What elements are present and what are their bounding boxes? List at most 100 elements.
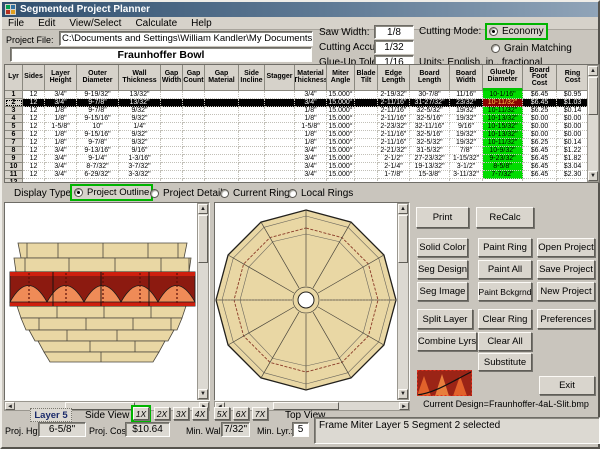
table-cell[interactable]: 15.000° (327, 115, 355, 123)
table-cell[interactable]: 1-5/8" (45, 123, 77, 131)
table-cell[interactable]: 3-1/2" (450, 163, 483, 171)
combine-lyrs-button[interactable]: Combine Lyrs (417, 332, 477, 351)
table-cell[interactable] (239, 147, 265, 155)
table-cell[interactable]: 9-1/4" (77, 155, 119, 163)
print-button[interactable]: Print (416, 207, 469, 228)
table-cell[interactable] (161, 171, 183, 179)
table-cell[interactable]: 10-11/32" (483, 139, 523, 147)
cutting-accuracy-field[interactable]: 1/32 (374, 40, 414, 54)
zoom-2x-button[interactable]: 2X (154, 407, 170, 420)
scroll-up-icon[interactable]: ▲ (398, 204, 408, 214)
table-cell[interactable]: 12 (23, 147, 45, 155)
table-cell[interactable] (265, 99, 295, 107)
table-cell[interactable] (205, 179, 239, 182)
table-cell[interactable] (265, 107, 295, 115)
table-cell[interactable]: 8-7/32" (77, 163, 119, 171)
table-cell[interactable] (557, 179, 587, 182)
table-cell[interactable] (205, 107, 239, 115)
table-cell[interactable] (183, 179, 205, 182)
table-cell[interactable]: 31-5/32" (410, 147, 450, 155)
min-lyr-field[interactable]: 5 (292, 422, 309, 437)
display-type-project-outline[interactable]: Project Outline (70, 184, 153, 201)
table-cell[interactable] (183, 115, 205, 123)
table-cell[interactable]: 10 (5, 163, 23, 171)
table-cell[interactable] (355, 91, 378, 99)
table-cell[interactable]: 2-11/16" (378, 131, 410, 139)
recalc-button[interactable]: ReCalc (476, 207, 534, 228)
table-cell[interactable] (355, 131, 378, 139)
table-cell[interactable]: $0.00 (557, 115, 587, 123)
table-cell[interactable]: 32-11/16" (410, 123, 450, 131)
table-cell[interactable] (183, 147, 205, 155)
scroll-right-icon[interactable]: ► (399, 402, 409, 410)
table-cell[interactable] (265, 139, 295, 147)
table-row[interactable]: 5121-5/8"10"1/4"1-5/8"15.000°2-23/32"32-… (5, 123, 587, 131)
table-cell[interactable]: $1.22 (557, 147, 587, 155)
table-cell[interactable]: $3.04 (557, 163, 587, 171)
table-cell[interactable]: 12 (23, 99, 45, 107)
table-cell[interactable]: 2 (5, 99, 23, 107)
table-cell[interactable]: 32-5/16" (410, 131, 450, 139)
table-cell[interactable]: 23/32" (450, 99, 483, 107)
table-cell[interactable]: $2.30 (557, 171, 587, 179)
table-cell[interactable]: 15.000° (327, 123, 355, 131)
table-cell[interactable]: 1/8" (45, 139, 77, 147)
table-cell[interactable]: 19-13/32" (410, 163, 450, 171)
table-cell[interactable]: 10-11/32" (483, 99, 523, 107)
table-cell[interactable] (23, 179, 45, 182)
zoom-6x-button[interactable]: 6X (233, 407, 249, 420)
table-cell[interactable]: 7 (5, 139, 23, 147)
table-cell[interactable]: 32-5/16" (410, 115, 450, 123)
table-cell[interactable] (355, 139, 378, 147)
table-cell[interactable] (205, 123, 239, 131)
table-cell[interactable]: $0.00 (523, 123, 557, 131)
scroll-down-icon[interactable]: ▼ (398, 389, 408, 399)
table-cell[interactable]: 2-23/32" (378, 123, 410, 131)
table-cell[interactable] (183, 107, 205, 115)
table-cell[interactable]: 9/32" (119, 139, 161, 147)
exit-button[interactable]: Exit (539, 376, 595, 395)
table-cell[interactable]: $0.95 (557, 91, 587, 99)
table-cell[interactable]: $6.45 (523, 99, 557, 107)
table-cell[interactable]: 9/16" (119, 147, 161, 155)
menu-help[interactable]: Help (191, 18, 212, 28)
table-cell[interactable]: 15.000° (327, 147, 355, 155)
table-cell[interactable]: 1/8" (45, 131, 77, 139)
table-cell[interactable]: $6.45 (523, 171, 557, 179)
table-cell[interactable]: 10-13/32" (483, 115, 523, 123)
scroll-down-icon[interactable]: ▼ (198, 389, 208, 399)
table-cell[interactable]: 12 (23, 107, 45, 115)
split-layer-button[interactable]: Split Layer (417, 309, 473, 329)
project-file-input[interactable]: C:\Documents and Settings\William Kandle… (59, 31, 313, 46)
column-header[interactable]: Lyr (5, 65, 23, 91)
table-cell[interactable] (265, 179, 295, 182)
table-cell[interactable] (183, 171, 205, 179)
table-cell[interactable] (410, 179, 450, 182)
table-cell[interactable] (239, 139, 265, 147)
table-cell[interactable]: 3-7/32" (119, 163, 161, 171)
column-header[interactable]: Gap Count (183, 65, 205, 91)
column-header[interactable]: Stagger (265, 65, 295, 91)
table-cell[interactable]: 1-3/16" (119, 155, 161, 163)
table-cell[interactable]: 3/4" (45, 147, 77, 155)
side-view-panel[interactable]: ▲ ▼ (4, 202, 210, 401)
zoom-4x-button[interactable]: 4X (192, 407, 208, 420)
table-cell[interactable]: 3/4" (45, 99, 77, 107)
paint-ring-button[interactable]: Paint Ring (478, 238, 532, 257)
table-cell[interactable]: 15.000° (327, 139, 355, 147)
table-row[interactable]: 9123/4"9-1/4"1-3/16"3/4"15.000°2-1/2"27-… (5, 155, 587, 163)
table-cell[interactable] (355, 179, 378, 182)
table-cell[interactable]: 3/4" (295, 163, 327, 171)
table-cell[interactable]: $0.00 (557, 131, 587, 139)
table-cell[interactable] (239, 123, 265, 131)
table-cell[interactable]: 12 (23, 139, 45, 147)
cutting-mode-economy[interactable]: Economy (485, 23, 548, 40)
table-cell[interactable]: 19/32" (450, 107, 483, 115)
table-row[interactable]: 10123/4"8-7/32"3-7/32"3/4"15.000°2-1/4"1… (5, 163, 587, 171)
column-header[interactable]: Layer Height (45, 65, 77, 91)
table-cell[interactable]: 1-15/32" (450, 155, 483, 163)
table-cell[interactable] (355, 171, 378, 179)
table-cell[interactable] (205, 115, 239, 123)
table-cell[interactable]: 7/8" (450, 147, 483, 155)
top-view-hthumb[interactable] (273, 402, 339, 410)
